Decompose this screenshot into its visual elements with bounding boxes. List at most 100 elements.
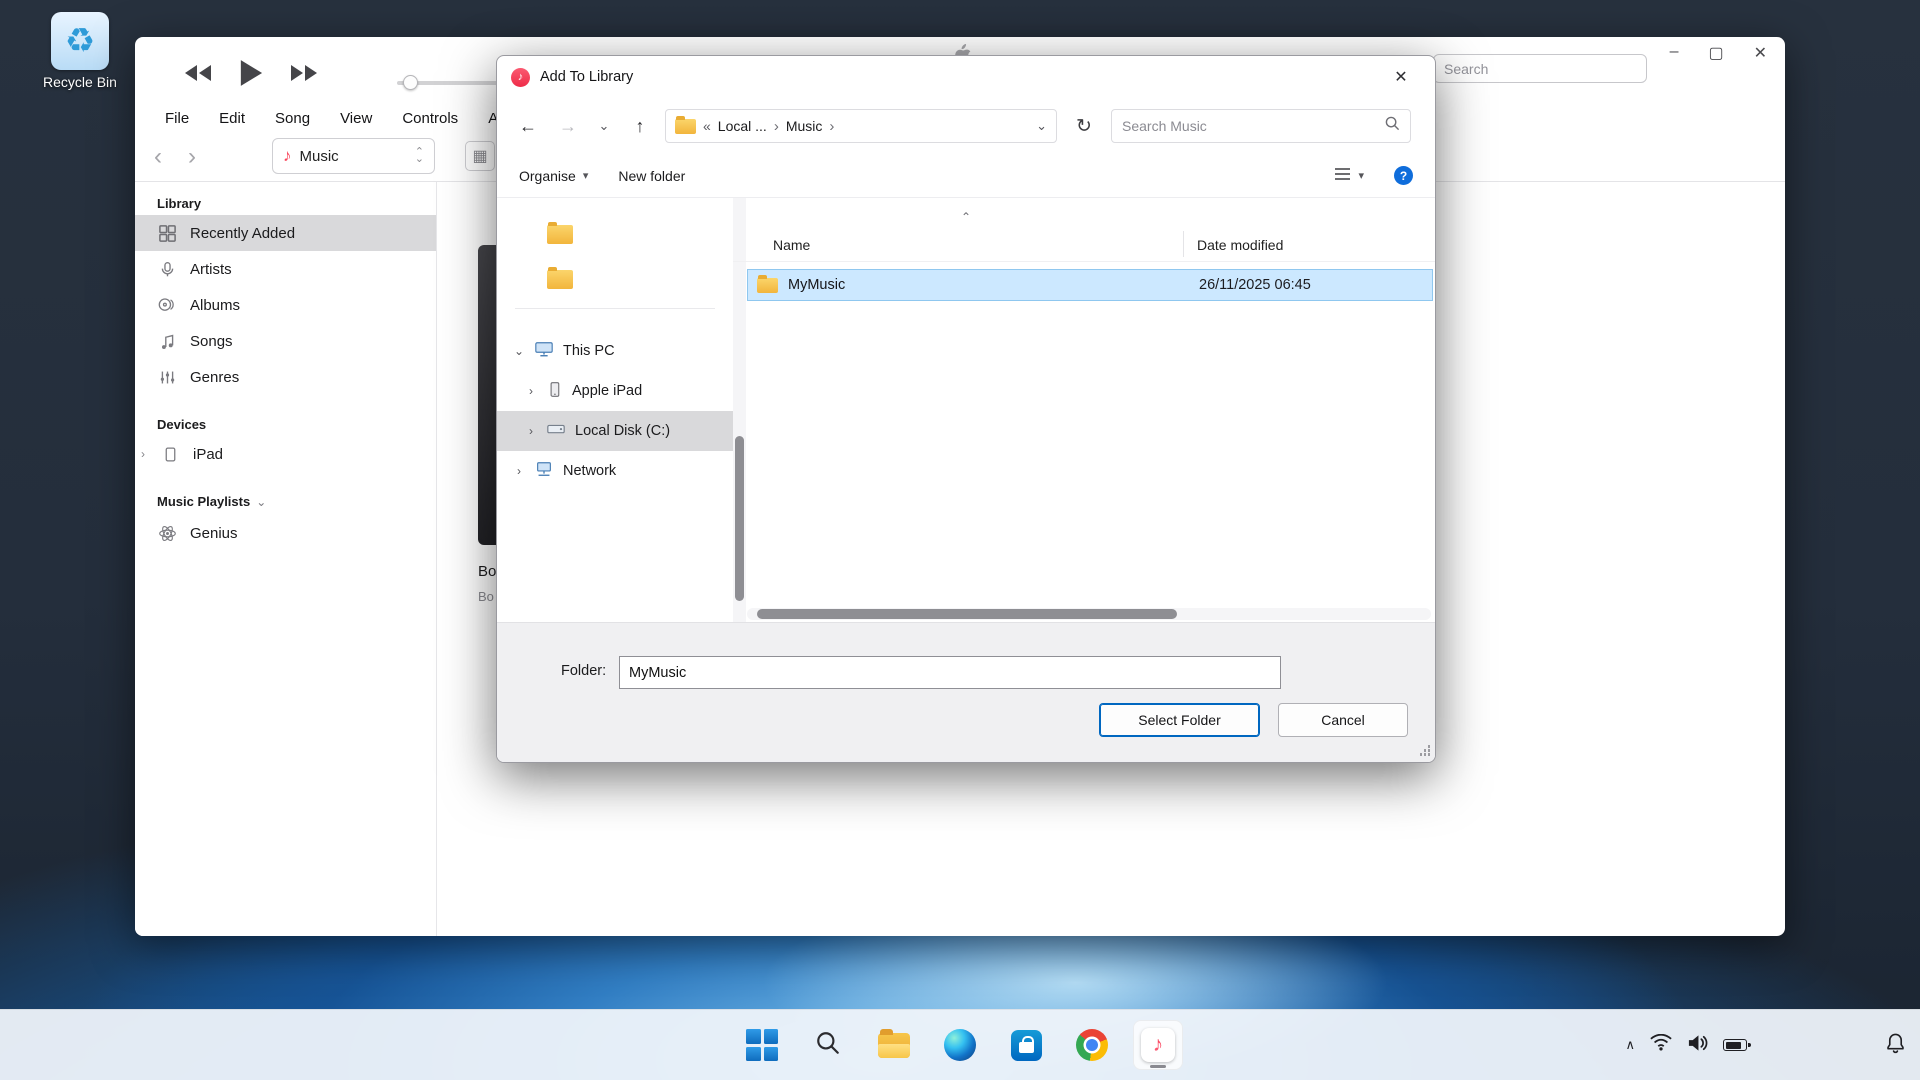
close-icon[interactable]: ✕ (1754, 43, 1767, 63)
sidebar-item-albums[interactable]: Albums (135, 287, 436, 323)
taskbar: ♪ ∧ (0, 1009, 1920, 1080)
menu-song[interactable]: Song (265, 107, 320, 130)
selector-chevrons-icon: ⌃⌄ (415, 149, 424, 163)
back-button[interactable]: ← (513, 111, 543, 141)
media-type-label: Music (300, 148, 407, 165)
edge-icon (944, 1029, 976, 1061)
expander-icon[interactable]: › (141, 447, 151, 461)
address-dropdown-icon[interactable]: ⌄ (1036, 118, 1047, 134)
expand-chevron-icon[interactable]: › (513, 464, 525, 478)
select-folder-button[interactable]: Select Folder (1099, 703, 1260, 737)
edge-button[interactable] (935, 1020, 985, 1070)
pinned-folder-row[interactable] (497, 257, 733, 302)
playlists-header: Music Playlists ⌄ (157, 494, 436, 509)
cancel-button[interactable]: Cancel (1278, 703, 1408, 737)
minimize-icon[interactable]: – (1670, 43, 1679, 63)
file-explorer-button[interactable] (869, 1020, 919, 1070)
menu-edit[interactable]: Edit (209, 107, 255, 130)
dialog-footer: Folder: Select Folder Cancel (497, 622, 1435, 762)
sidebar-item-genres[interactable]: Genres (135, 359, 436, 395)
forward-chevron-icon[interactable]: › (179, 143, 205, 171)
tree-item-local-disk-c[interactable]: › Local Disk (C:) (497, 411, 733, 451)
recycle-bin-shortcut[interactable]: ♻ Recycle Bin (28, 12, 132, 90)
dialog-close-icon[interactable]: ✕ (1381, 67, 1421, 87)
rewind-button[interactable] (183, 63, 213, 88)
dialog-navbar: ← → ⌄ ↑ « Local ... › Music › ⌄ ↻ (497, 98, 1435, 154)
file-row-mymusic[interactable]: MyMusic 26/11/2025 06:45 (747, 269, 1433, 301)
column-header-name[interactable]: Name (733, 237, 1183, 253)
breadcrumb-overflow[interactable]: « (703, 118, 711, 134)
expand-chevron-icon[interactable]: › (525, 384, 537, 398)
fast-forward-button[interactable] (289, 63, 319, 88)
horizontal-scrollbar-thumb[interactable] (757, 609, 1177, 619)
sidebar-item-genius[interactable]: Genius (135, 515, 436, 551)
collapse-chevron-icon[interactable]: ⌄ (513, 344, 525, 358)
folder-icon (547, 225, 573, 244)
breadcrumb-segment-music[interactable]: Music (786, 118, 823, 134)
taskbar-search-button[interactable] (803, 1020, 853, 1070)
breadcrumb-segment-local[interactable]: Local ... (718, 118, 767, 134)
sidebar-item-artists[interactable]: Artists (135, 251, 436, 287)
chevron-down-icon[interactable]: ⌄ (256, 495, 266, 509)
music-app-icon: ♪ (511, 68, 530, 87)
music-app-button[interactable]: ♪ (1133, 1020, 1183, 1070)
dialog-search-input[interactable] (1122, 118, 1385, 134)
albums-icon (157, 296, 177, 313)
sidebar-item-recently-added[interactable]: Recently Added (135, 215, 436, 251)
pinned-folder-row[interactable] (497, 212, 733, 257)
caret-down-icon: ▾ (1358, 169, 1364, 182)
volume-icon[interactable] (1687, 1034, 1708, 1057)
sidebar-item-ipad[interactable]: › iPad (135, 436, 436, 472)
breadcrumb-separator-icon[interactable]: › (774, 118, 779, 135)
file-list-header: ⌃ Name Date modified (733, 224, 1435, 262)
battery-icon[interactable] (1723, 1039, 1747, 1051)
microsoft-store-button[interactable] (1001, 1020, 1051, 1070)
album-subtitle: Bo (478, 589, 494, 604)
breadcrumb-folder-icon (675, 119, 696, 134)
devices-header: Devices (157, 417, 436, 432)
play-button[interactable] (239, 59, 263, 92)
menu-controls[interactable]: Controls (392, 107, 468, 130)
back-chevron-icon[interactable]: ‹ (145, 143, 171, 171)
tree-separator (515, 308, 715, 309)
forward-button[interactable]: → (553, 111, 583, 141)
column-divider[interactable] (1183, 231, 1184, 257)
help-icon[interactable]: ? (1394, 166, 1413, 185)
new-folder-button[interactable]: New folder (618, 168, 685, 184)
resize-grip[interactable] (1418, 745, 1430, 757)
folder-label: Folder: (561, 663, 606, 679)
view-options-button[interactable]: ▾ (1334, 167, 1364, 184)
notification-bell-icon[interactable] (1885, 1032, 1906, 1059)
breadcrumb[interactable]: « Local ... › Music › ⌄ (665, 109, 1057, 143)
media-type-selector[interactable]: ♪ Music ⌃⌄ (272, 138, 435, 174)
breadcrumb-separator-icon[interactable]: › (829, 118, 834, 135)
horizontal-scrollbar[interactable] (747, 608, 1431, 620)
tray-chevron-icon[interactable]: ∧ (1625, 1037, 1635, 1053)
menu-file[interactable]: File (155, 107, 199, 130)
expand-chevron-icon[interactable]: › (525, 424, 537, 438)
recent-locations-icon[interactable]: ⌄ (593, 111, 615, 141)
menu-view[interactable]: View (330, 107, 382, 130)
start-button[interactable] (737, 1020, 787, 1070)
tree-item-apple-ipad[interactable]: › Apple iPad (497, 371, 733, 411)
music-note-icon: ♪ (283, 146, 292, 166)
itunes-sidebar: Library Recently Added Artists Albums So… (135, 182, 437, 936)
tree-item-network[interactable]: › Network (497, 451, 733, 491)
up-button[interactable]: ↑ (625, 111, 655, 141)
maximize-icon[interactable]: ▢ (1708, 43, 1723, 63)
recycle-bin-label: Recycle Bin (28, 74, 132, 90)
folder-name-input[interactable] (619, 656, 1281, 689)
itunes-search-input[interactable] (1433, 54, 1647, 83)
chrome-button[interactable] (1067, 1020, 1117, 1070)
store-icon (1011, 1030, 1042, 1061)
dialog-search-box[interactable] (1111, 109, 1411, 143)
volume-knob[interactable] (403, 75, 418, 90)
wifi-icon[interactable] (1650, 1034, 1672, 1056)
view-grid-button[interactable]: ▦ (465, 141, 495, 171)
tree-item-this-pc[interactable]: ⌄ This PC (497, 331, 733, 371)
refresh-icon[interactable]: ↻ (1067, 109, 1101, 143)
network-icon (534, 460, 554, 482)
sidebar-item-songs[interactable]: Songs (135, 323, 436, 359)
column-header-date-modified[interactable]: Date modified (1183, 237, 1283, 253)
organise-button[interactable]: Organise ▾ (519, 168, 588, 184)
